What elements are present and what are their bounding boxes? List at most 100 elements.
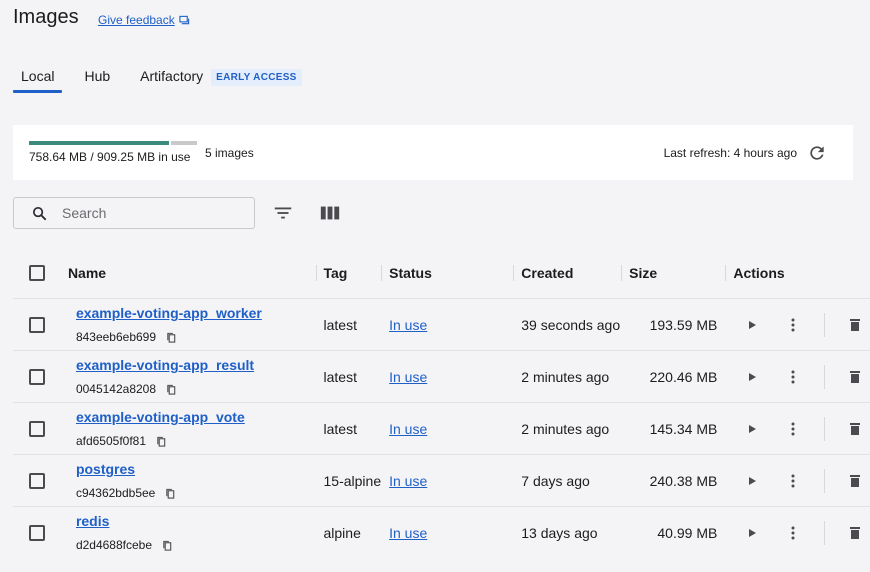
status-link[interactable]: In use bbox=[381, 421, 427, 437]
image-name-link[interactable]: example-voting-app_result bbox=[76, 357, 316, 373]
play-icon[interactable] bbox=[747, 528, 757, 538]
tab-local[interactable]: Local bbox=[13, 58, 63, 93]
image-id-text: 0045142a8208 bbox=[75, 382, 157, 396]
give-feedback-label: Give feedback bbox=[98, 13, 175, 27]
image-created: 7 days ago bbox=[513, 454, 622, 507]
row-select-cell bbox=[13, 506, 68, 558]
column-header-name[interactable]: Name bbox=[68, 248, 316, 299]
trash-icon[interactable] bbox=[849, 370, 861, 384]
more-vertical-icon[interactable] bbox=[788, 370, 798, 384]
row-checkbox[interactable] bbox=[29, 472, 45, 489]
row-select-cell bbox=[13, 350, 68, 403]
status-link[interactable]: In use bbox=[381, 525, 427, 541]
disk-usage-card: 758.64 MB / 909.25 MB in use 5 images La… bbox=[13, 125, 853, 180]
tab-local-label: Local bbox=[21, 68, 55, 84]
copy-icon[interactable] bbox=[166, 384, 177, 395]
status-link[interactable]: In use bbox=[381, 369, 427, 385]
image-size: 40.99 MB bbox=[621, 506, 726, 558]
column-header-created[interactable]: Created bbox=[513, 248, 621, 299]
image-name-link[interactable]: postgres bbox=[76, 461, 316, 477]
more-vertical-icon[interactable] bbox=[788, 474, 798, 488]
image-tag: alpine bbox=[315, 506, 382, 558]
image-id: d2d4688fcebe bbox=[76, 538, 316, 552]
trash-icon[interactable] bbox=[849, 318, 861, 332]
page-title: Images bbox=[13, 6, 79, 28]
actions-divider bbox=[824, 469, 826, 493]
play-icon[interactable] bbox=[747, 424, 757, 434]
image-name-link[interactable]: example-voting-app_vote bbox=[76, 409, 316, 425]
disk-usage-remaining bbox=[171, 141, 197, 145]
actions-cell bbox=[725, 298, 870, 351]
image-created: 2 minutes ago bbox=[513, 350, 622, 403]
image-tag: latest bbox=[315, 350, 382, 403]
actions-cell bbox=[725, 454, 870, 507]
image-id: afd6505f0f81 bbox=[76, 434, 316, 448]
last-refresh-text: Last refresh: 4 hours ago bbox=[663, 146, 797, 160]
table-row: postgres c94362bdb5ee 15-alpine In use 7… bbox=[13, 454, 870, 507]
image-id-text: d2d4688fcebe bbox=[75, 538, 153, 552]
row-select-cell bbox=[13, 454, 68, 507]
early-access-badge: EARLY ACCESS bbox=[211, 69, 302, 86]
disk-usage-text: 758.64 MB / 909.25 MB in use bbox=[29, 150, 191, 164]
play-icon[interactable] bbox=[747, 320, 757, 330]
image-name-cell: redis d2d4688fcebe bbox=[67, 506, 316, 558]
image-id: 843eeb6eb699 bbox=[76, 330, 316, 344]
trash-icon[interactable] bbox=[849, 422, 861, 436]
search-icon bbox=[32, 206, 47, 220]
disk-usage-fill bbox=[29, 141, 170, 145]
table-row: example-voting-app_vote afd6505f0f81 lat… bbox=[13, 402, 870, 455]
tab-hub[interactable]: Hub bbox=[76, 58, 118, 93]
table-row: example-voting-app_result 0045142a8208 l… bbox=[13, 350, 870, 403]
status-link[interactable]: In use bbox=[381, 473, 427, 489]
row-checkbox[interactable] bbox=[29, 420, 45, 437]
tab-hub-label: Hub bbox=[84, 68, 111, 84]
row-checkbox[interactable] bbox=[29, 368, 45, 385]
more-vertical-icon[interactable] bbox=[788, 526, 798, 540]
image-id-text: afd6505f0f81 bbox=[75, 434, 147, 448]
row-checkbox[interactable] bbox=[29, 316, 45, 333]
more-vertical-icon[interactable] bbox=[788, 318, 798, 332]
more-vertical-icon[interactable] bbox=[788, 422, 798, 436]
play-icon[interactable] bbox=[747, 476, 757, 486]
trash-icon[interactable] bbox=[849, 474, 861, 488]
image-name-link[interactable]: example-voting-app_worker bbox=[76, 305, 316, 321]
copy-icon[interactable] bbox=[162, 540, 173, 551]
select-all-checkbox[interactable] bbox=[29, 265, 45, 281]
status-link[interactable]: In use bbox=[381, 317, 427, 333]
status-cell: In use bbox=[381, 454, 514, 507]
tab-artifactory[interactable]: Artifactory EARLY ACCESS bbox=[132, 58, 310, 93]
copy-icon[interactable] bbox=[156, 436, 167, 447]
refresh-icon[interactable] bbox=[807, 143, 827, 163]
image-id: 0045142a8208 bbox=[76, 382, 316, 396]
image-id-text: 843eeb6eb699 bbox=[75, 330, 157, 344]
image-tag: latest bbox=[315, 298, 382, 351]
filter-icon[interactable] bbox=[272, 202, 294, 224]
tab-bar: Local Hub Artifactory EARLY ACCESS bbox=[13, 58, 324, 93]
row-checkbox[interactable] bbox=[29, 524, 45, 541]
status-cell: In use bbox=[381, 506, 514, 558]
image-size: 220.46 MB bbox=[621, 350, 726, 403]
give-feedback-link[interactable]: Give feedback bbox=[98, 13, 190, 27]
table-header-row: Name Tag Status Created Size Actions bbox=[13, 248, 870, 299]
actions-divider bbox=[824, 313, 826, 337]
table-row: example-voting-app_worker 843eeb6eb699 l… bbox=[13, 298, 870, 351]
column-header-size[interactable]: Size bbox=[621, 248, 725, 299]
image-id: c94362bdb5ee bbox=[76, 486, 316, 500]
status-cell: In use bbox=[381, 298, 514, 351]
image-tag: latest bbox=[315, 402, 382, 455]
play-icon[interactable] bbox=[747, 372, 757, 382]
column-header-tag[interactable]: Tag bbox=[315, 248, 382, 299]
image-name-link[interactable]: redis bbox=[76, 513, 316, 529]
image-name-cell: example-voting-app_result 0045142a8208 bbox=[67, 350, 316, 403]
actions-divider bbox=[824, 365, 826, 389]
actions-divider bbox=[824, 521, 826, 545]
column-header-status[interactable]: Status bbox=[381, 248, 513, 299]
copy-icon[interactable] bbox=[166, 332, 177, 343]
actions-cell bbox=[725, 402, 870, 455]
image-size: 240.38 MB bbox=[621, 454, 726, 507]
columns-icon[interactable] bbox=[319, 202, 341, 224]
trash-icon[interactable] bbox=[849, 526, 861, 540]
image-created: 39 seconds ago bbox=[513, 298, 622, 351]
copy-icon[interactable] bbox=[165, 488, 176, 499]
search-input[interactable] bbox=[60, 204, 234, 222]
